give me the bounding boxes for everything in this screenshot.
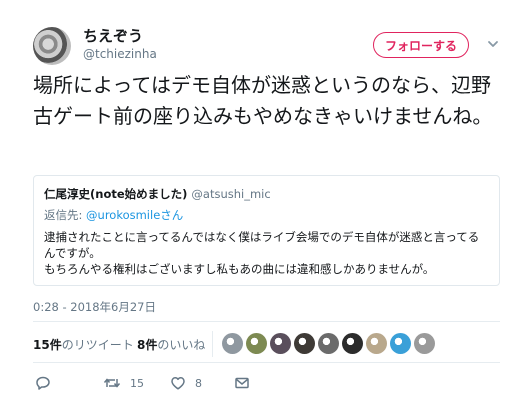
message-icon[interactable]: [234, 375, 250, 391]
likes-count: 8件: [137, 338, 158, 352]
reply-action[interactable]: [35, 375, 60, 391]
likes-label: のいいね: [157, 338, 206, 352]
liker-avatar[interactable]: [270, 333, 291, 354]
chevron-down-icon[interactable]: [486, 37, 500, 51]
liker-avatar[interactable]: [318, 333, 339, 354]
liker-avatar[interactable]: [390, 333, 411, 354]
author-handle[interactable]: @tchiezinha: [83, 47, 157, 61]
retweets-stat[interactable]: 15件のリツイート: [33, 336, 134, 353]
author-avatar[interactable]: [33, 27, 71, 65]
retweets-count: 15件: [33, 338, 62, 352]
liker-avatar[interactable]: [342, 333, 363, 354]
quote-reply-to-link[interactable]: @urokosmileさん: [86, 208, 183, 222]
tweet-timestamp[interactable]: 0:28 - 2018年6月27日: [33, 299, 156, 315]
follow-button-label: フォロー: [384, 38, 433, 53]
like-count: 8: [195, 376, 202, 390]
reply-icon[interactable]: [35, 375, 51, 391]
stats-separator: [212, 331, 213, 357]
quote-reply-prefix: 返信先:: [44, 208, 83, 222]
liker-avatar[interactable]: [414, 333, 435, 354]
quote-author-handle: @atsushi_mic: [191, 187, 271, 201]
quoted-tweet[interactable]: 仁尾淳史(note始めました) @atsushi_mic 返信先: @uroko…: [33, 175, 500, 286]
like-action[interactable]: 8: [170, 375, 202, 391]
author-display-name[interactable]: ちえぞう: [83, 25, 143, 46]
stats-divider-bottom: [33, 362, 500, 363]
follow-button-label-suffix: する: [433, 38, 458, 53]
liker-avatar[interactable]: [222, 333, 243, 354]
heart-icon[interactable]: [170, 375, 186, 391]
retweet-count: 15: [130, 376, 144, 390]
liker-avatar[interactable]: [294, 333, 315, 354]
tweet-text: 場所によってはデモ自体が迷惑というのなら、辺野古ゲート前の座り込みもやめなきゃい…: [33, 73, 493, 128]
liker-avatar[interactable]: [246, 333, 267, 354]
liker-avatars: [222, 333, 435, 354]
stats-divider-top: [33, 321, 500, 322]
quote-author-name: 仁尾淳史(note始めました): [44, 187, 188, 201]
retweet-icon[interactable]: [103, 375, 121, 391]
likes-stat[interactable]: 8件のいいね: [137, 336, 205, 353]
retweet-action[interactable]: 15: [103, 375, 144, 391]
quote-text: 逮捕されたことに言ってるんではなく僕はライブ会場でのデモ自体が迷惑と言ってるんで…: [44, 230, 480, 276]
liker-avatar[interactable]: [366, 333, 387, 354]
direct-message-action[interactable]: [234, 375, 250, 391]
retweets-label: のリツイート: [61, 338, 134, 352]
follow-button[interactable]: フォロー する: [373, 32, 469, 58]
